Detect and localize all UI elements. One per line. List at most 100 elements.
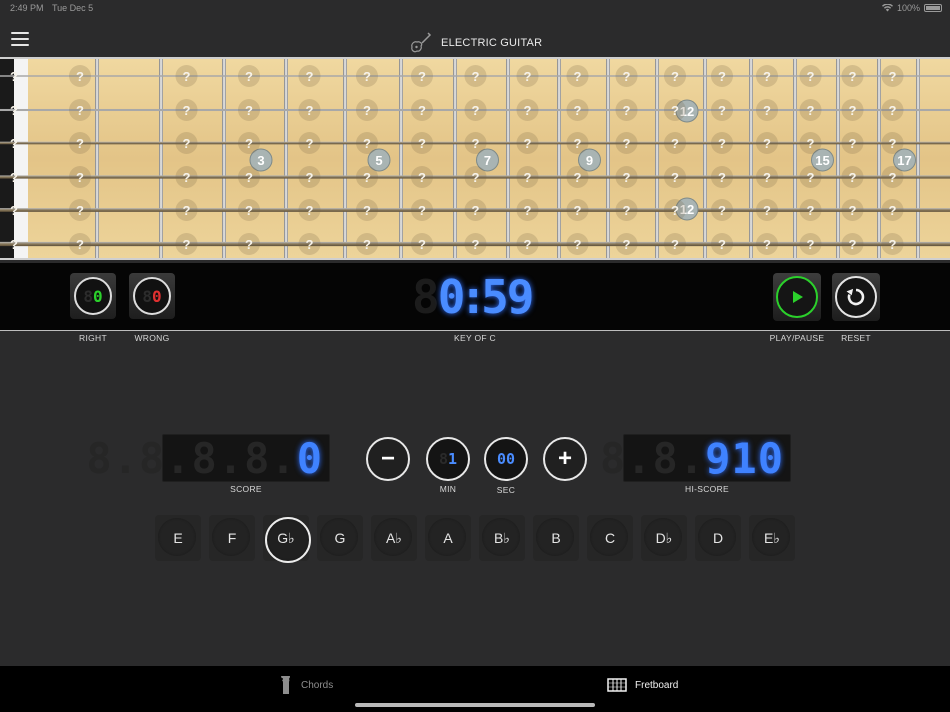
note-slot[interactable]: ?	[175, 199, 198, 221]
note-button[interactable]: C	[587, 515, 633, 561]
note-button[interactable]: B	[533, 515, 579, 561]
note-slot[interactable]: ?	[566, 65, 589, 87]
note-slot[interactable]: ?	[664, 99, 686, 121]
note-slot[interactable]: ?	[881, 233, 904, 255]
note-button[interactable]: E	[155, 515, 201, 561]
note-slot[interactable]: ?	[615, 233, 638, 255]
increment-button[interactable]: +	[543, 437, 587, 481]
fretboard[interactable]: 3 5 7 9 12 12 15 17 ???????????????????????????…	[0, 57, 950, 260]
note-button[interactable]: D	[695, 515, 741, 561]
note-slot[interactable]: ?	[411, 132, 433, 154]
note-slot[interactable]: ?	[664, 65, 686, 87]
note-slot[interactable]: ?	[464, 65, 487, 87]
note-slot[interactable]: ?	[10, 103, 18, 118]
note-slot[interactable]: ?	[175, 233, 198, 255]
note-slot[interactable]: ?	[664, 132, 686, 154]
note-slot[interactable]: ?	[175, 132, 198, 154]
note-slot[interactable]: ?	[10, 69, 18, 84]
note-slot[interactable]: ?	[566, 233, 589, 255]
note-slot[interactable]: ?	[10, 203, 18, 218]
note-slot[interactable]: ?	[516, 132, 539, 154]
note-slot[interactable]: ?	[566, 99, 589, 121]
note-slot[interactable]: ?	[69, 65, 91, 87]
note-slot[interactable]: ?	[881, 132, 904, 154]
note-slot[interactable]: ?	[10, 170, 18, 185]
note-slot[interactable]: ?	[881, 65, 904, 87]
note-slot[interactable]: ?	[411, 166, 433, 188]
note-slot[interactable]: ?	[298, 132, 321, 154]
note-slot[interactable]: ?	[238, 132, 260, 154]
note-slot[interactable]: ?	[238, 166, 260, 188]
note-slot[interactable]: ?	[411, 65, 433, 87]
note-slot[interactable]: ?	[615, 199, 638, 221]
note-slot[interactable]: ?	[175, 166, 198, 188]
note-slot[interactable]: ?	[464, 233, 487, 255]
note-slot[interactable]: ?	[464, 199, 487, 221]
note-slot[interactable]: ?	[711, 199, 733, 221]
note-slot[interactable]: ?	[411, 233, 433, 255]
note-slot[interactable]: ?	[841, 132, 864, 154]
decrement-button[interactable]: −	[366, 437, 410, 481]
note-button[interactable]: A	[425, 515, 471, 561]
note-slot[interactable]: ?	[238, 99, 260, 121]
note-slot[interactable]: ?	[516, 166, 539, 188]
note-slot[interactable]: ?	[411, 199, 433, 221]
note-slot[interactable]: ?	[841, 166, 864, 188]
reset-button[interactable]	[832, 273, 880, 321]
play-pause-button[interactable]	[773, 273, 821, 321]
note-slot[interactable]: ?	[69, 199, 91, 221]
note-slot[interactable]: ?	[881, 99, 904, 121]
note-slot[interactable]: ?	[841, 199, 864, 221]
note-slot[interactable]: ?	[298, 65, 321, 87]
note-button[interactable]: G	[317, 515, 363, 561]
note-slot[interactable]: ?	[298, 166, 321, 188]
note-slot[interactable]: ?	[298, 99, 321, 121]
note-slot[interactable]: ?	[175, 99, 198, 121]
note-slot[interactable]: ?	[615, 166, 638, 188]
tab-chords[interactable]: Chords	[279, 674, 333, 696]
note-slot[interactable]: ?	[841, 233, 864, 255]
note-button[interactable]: B♭	[479, 515, 525, 561]
note-slot[interactable]: ?	[566, 199, 589, 221]
note-slot[interactable]: ?	[356, 65, 378, 87]
note-slot[interactable]: ?	[10, 136, 18, 151]
note-slot[interactable]: ?	[69, 166, 91, 188]
note-slot[interactable]: ?	[615, 132, 638, 154]
note-slot[interactable]: ?	[711, 233, 733, 255]
note-slot[interactable]: ?	[881, 166, 904, 188]
note-slot[interactable]: ?	[69, 132, 91, 154]
note-slot[interactable]: ?	[615, 65, 638, 87]
note-button[interactable]: F	[209, 515, 255, 561]
note-slot[interactable]: ?	[464, 132, 487, 154]
note-slot[interactable]: ?	[615, 99, 638, 121]
note-slot[interactable]: ?	[238, 65, 260, 87]
fretboard-canvas[interactable]: 3 5 7 9121215 17 ???????????????????????????…	[0, 59, 950, 258]
note-slot[interactable]: ?	[411, 99, 433, 121]
note-slot[interactable]: ?	[799, 166, 822, 188]
note-slot[interactable]: ?	[711, 132, 733, 154]
note-slot[interactable]: ?	[799, 65, 822, 87]
note-slot[interactable]: ?	[711, 99, 733, 121]
note-slot[interactable]: ?	[799, 132, 822, 154]
note-slot[interactable]: ?	[841, 65, 864, 87]
note-slot[interactable]: ?	[756, 65, 778, 87]
note-slot[interactable]: ?	[664, 233, 686, 255]
note-slot[interactable]: ?	[464, 99, 487, 121]
note-slot[interactable]: ?	[516, 199, 539, 221]
note-slot[interactable]: ?	[664, 199, 686, 221]
note-slot[interactable]: ?	[238, 233, 260, 255]
note-slot[interactable]: ?	[799, 199, 822, 221]
note-slot[interactable]: ?	[464, 166, 487, 188]
seconds-setting[interactable]: 00	[484, 437, 528, 481]
note-slot[interactable]: ?	[841, 99, 864, 121]
note-slot[interactable]: ?	[756, 99, 778, 121]
note-button[interactable]: G♭	[263, 515, 311, 563]
note-slot[interactable]: ?	[238, 199, 260, 221]
note-slot[interactable]: ?	[664, 166, 686, 188]
note-slot[interactable]: ?	[356, 233, 378, 255]
note-slot[interactable]: ?	[298, 199, 321, 221]
minutes-setting[interactable]: 8 1	[426, 437, 470, 481]
note-slot[interactable]: ?	[175, 65, 198, 87]
note-slot[interactable]: ?	[516, 99, 539, 121]
note-slot[interactable]: ?	[356, 132, 378, 154]
